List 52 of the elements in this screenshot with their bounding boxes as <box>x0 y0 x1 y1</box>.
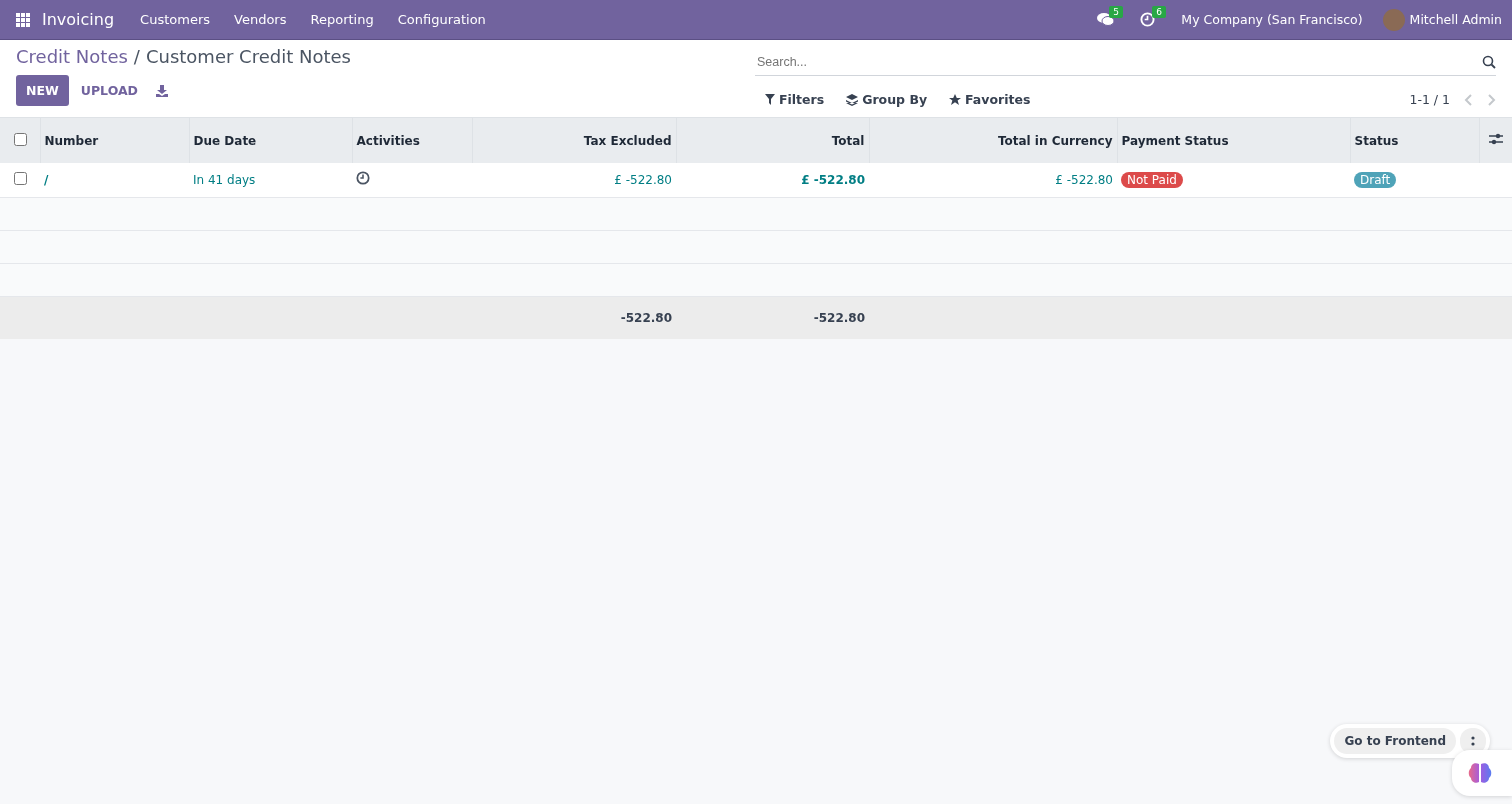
total-sum: -522.80 <box>620 310 672 325</box>
star-icon <box>949 93 962 106</box>
row-checkbox[interactable] <box>14 171 27 185</box>
app-name[interactable]: Invoicing <box>42 10 115 29</box>
filter-toggle[interactable]: Filters <box>755 90 825 109</box>
filter-toggle[interactable]: Group By <box>836 90 928 109</box>
nav-menu-item[interactable]: Reporting <box>310 12 374 27</box>
column-header[interactable]: Payment Status <box>1117 118 1350 163</box>
amount: £ -522.80 <box>1055 172 1113 187</box>
search-icon[interactable] <box>1482 54 1496 69</box>
filter-icon <box>765 94 775 105</box>
upload-button[interactable]: UPLOAD <box>74 75 144 106</box>
amount: £ -522.80 <box>801 172 865 187</box>
app-grid-icon[interactable] <box>16 12 30 27</box>
total-sum: -522.80 <box>813 310 865 325</box>
column-header[interactable]: Activities <box>352 118 472 163</box>
column-header[interactable]: Number <box>40 118 189 163</box>
kebab-icon <box>1471 735 1475 747</box>
breadcrumb-link[interactable]: Credit Notes <box>16 46 128 67</box>
activity-count: 6 <box>1152 6 1167 18</box>
payment-status-tag: Not Paid <box>1121 171 1183 188</box>
due-date: In 41 days <box>193 172 256 187</box>
go-to-frontend-button[interactable]: Go to Frontend <box>1334 728 1456 754</box>
column-header[interactable]: Total in Currency <box>869 118 1117 163</box>
assistant-button[interactable] <box>1452 750 1512 796</box>
user-menu[interactable]: Mitchell Admin <box>1409 12 1502 27</box>
amount: £ -522.80 <box>614 172 672 187</box>
column-header[interactable]: Tax Excluded <box>472 118 676 163</box>
nav-menu-item[interactable]: Vendors <box>234 12 287 27</box>
user-avatar <box>1382 8 1405 31</box>
search-field[interactable]: Search... <box>755 53 1482 70</box>
pager-value: 1-1 / 1 <box>1409 92 1450 107</box>
brain-icon <box>1468 762 1492 784</box>
filter-toggle[interactable]: Favorites <box>939 90 1031 109</box>
column-header[interactable]: Status <box>1350 118 1479 163</box>
clock-icon <box>356 171 370 186</box>
status-tag: Draft <box>1354 171 1397 188</box>
new-button[interactable]: NEW <box>16 75 69 106</box>
nav-menu-item[interactable]: Configuration <box>397 12 486 27</box>
select-all-checkbox[interactable] <box>14 132 27 146</box>
sliders-icon[interactable] <box>1488 133 1503 145</box>
download-icon[interactable] <box>155 84 168 97</box>
clock-icon <box>1140 12 1156 27</box>
column-header[interactable]: Due Date <box>189 118 352 163</box>
record-link[interactable]: / <box>44 172 49 187</box>
message-count: 5 <box>1109 6 1124 18</box>
company-switcher[interactable]: My Company (San Francisco) <box>1181 12 1363 27</box>
column-header[interactable]: Total <box>676 118 869 163</box>
layers-icon <box>846 93 859 106</box>
nav-menu-item[interactable]: Customers <box>140 12 211 27</box>
page-title: Customer Credit Notes <box>145 46 351 67</box>
breadcrumb-separator: / <box>133 46 140 67</box>
